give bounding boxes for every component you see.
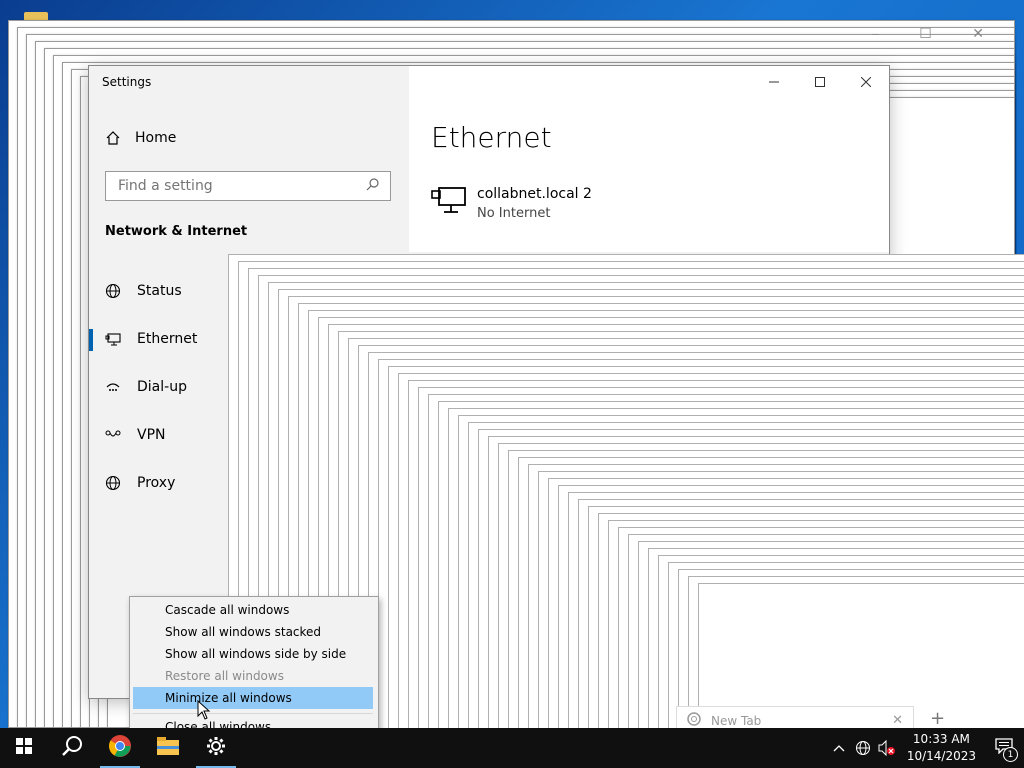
taskbar-context-menu: Cascade all windows Show all windows sta… [129,596,379,744]
nav-label: Status [137,283,182,299]
search-icon[interactable] [366,177,380,195]
menu-item-stacked[interactable]: Show all windows stacked [133,621,373,643]
chrome-tab-icon [687,711,701,730]
page-title: Ethernet [431,121,552,154]
taskbar: 10:33 AM 10/14/2023 1 [0,728,1024,768]
menu-separator [133,713,373,714]
home-label: Home [135,130,177,146]
dial-up-icon [105,379,121,395]
system-tray: 10:33 AM 10/14/2023 1 [827,728,1024,768]
menu-item-restore: Restore all windows [165,669,284,683]
clock-time: 10:33 AM [912,732,970,746]
clock-date: 10/14/2023 [906,749,976,763]
nav-label: Ethernet [137,331,198,347]
taskbar-file-explorer-button[interactable] [144,728,192,768]
connection-status: No Internet [477,206,551,221]
show-hidden-icons-chevron-icon[interactable] [827,728,851,768]
close-button[interactable] [843,66,889,98]
settings-titlebar: Settings [89,66,409,98]
menu-item-side-by-side[interactable]: Show all windows side by side [133,643,373,665]
nav-label: Dial-up [137,379,187,395]
settings-gear-icon [206,736,226,760]
start-icon [16,738,32,758]
taskbar-settings-button[interactable] [192,728,240,768]
globe-icon [105,475,121,491]
ethernet-icon [105,331,121,347]
vpn-icon [105,427,121,443]
volume-muted-icon[interactable] [875,728,899,768]
mouse-cursor-icon [197,699,211,720]
window-controls [751,66,889,98]
settings-content-pane: Ethernet collabnet.local 2 No Internet [409,66,889,252]
taskbar-chrome-button[interactable] [96,728,144,768]
minimize-button[interactable] [751,66,797,98]
start-button[interactable] [0,728,48,768]
ethernet-adapter-icon [431,186,467,220]
background-window-controls[interactable]: ⎯ ☐ ✕ [872,26,1002,42]
window-title: Settings [102,75,152,89]
menu-item-minimize-all[interactable]: Minimize all windows [133,687,373,709]
home-icon [105,130,121,146]
nav-label: VPN [137,427,166,443]
nav-label: Proxy [137,475,176,491]
maximize-button[interactable] [797,66,843,98]
section-title: Network & Internet [105,224,248,239]
ethernet-connection[interactable]: collabnet.local 2 No Internet [431,186,592,221]
connection-name: collabnet.local 2 [477,186,592,202]
taskbar-search-button[interactable] [48,728,96,768]
chrome-icon [108,734,132,762]
network-globe-icon[interactable] [851,728,875,768]
search-icon [61,735,83,761]
tab-label: New Tab [711,713,762,728]
notification-count-badge: 1 [1003,747,1018,762]
tab-close-icon[interactable]: ✕ [892,713,903,728]
search-input[interactable] [116,177,360,195]
new-tab-button[interactable]: + [930,708,945,729]
globe-status-icon [105,283,121,299]
menu-item-cascade[interactable]: Cascade all windows [133,599,373,621]
taskbar-clock[interactable]: 10:33 AM 10/14/2023 [899,731,984,765]
action-center-button[interactable]: 1 [984,728,1024,768]
find-setting-search-box[interactable] [105,171,391,201]
home-nav-item[interactable]: Home [105,130,176,146]
file-explorer-icon [157,737,179,759]
